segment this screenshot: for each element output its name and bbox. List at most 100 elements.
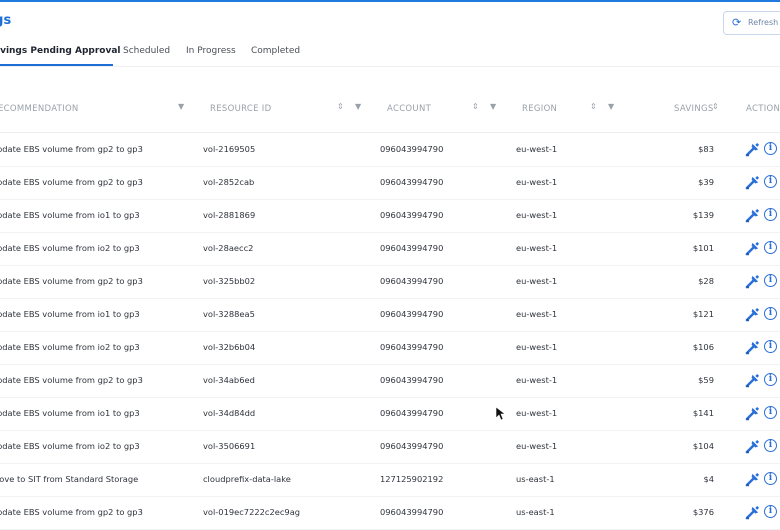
cell-account: 096043994790: [380, 177, 444, 187]
table-row[interactable]: pdate EBS volume from gp2 to gp3 vol-2169…: [0, 133, 780, 167]
cell-account: 096043994790: [380, 243, 444, 253]
cell-resource-id: vol-32b6b04: [203, 342, 256, 352]
tab-savings-pending-approval[interactable]: avings Pending Approval: [0, 46, 120, 56]
apply-action-icon[interactable]: [745, 241, 760, 256]
filter-icon[interactable]: ▼: [355, 102, 361, 111]
cell-savings: $104: [692, 441, 714, 451]
table-row[interactable]: pdate EBS volume from io1 to gp3 vol-34d8…: [0, 397, 780, 431]
cell-account: 096043994790: [380, 375, 444, 385]
table-row[interactable]: pdate EBS volume from gp2 to gp3 vol-34ab…: [0, 364, 780, 398]
cell-account: 096043994790: [380, 408, 444, 418]
table-row[interactable]: pdate EBS volume from gp2 to gp3 vol-325b…: [0, 265, 780, 299]
cell-recommendation: pdate EBS volume from gp2 to gp3: [0, 177, 143, 187]
info-icon[interactable]: i: [764, 505, 777, 518]
info-icon[interactable]: i: [764, 307, 777, 320]
cell-recommendation: pdate EBS volume from io1 to gp3: [0, 210, 140, 220]
cell-resource-id: vol-3506691: [203, 441, 256, 451]
filter-icon[interactable]: ▼: [490, 102, 496, 111]
cell-region: us-east-1: [516, 474, 555, 484]
cell-resource-id: vol-3288ea5: [203, 309, 255, 319]
cell-recommendation: pdate EBS volume from io1 to gp3: [0, 309, 140, 319]
cell-recommendation: pdate EBS volume from gp2 to gp3: [0, 276, 143, 286]
column-header-account[interactable]: ACCOUNT: [387, 104, 431, 114]
sort-icon[interactable]: ⇕: [472, 102, 479, 111]
tab-in-progress[interactable]: In Progress: [186, 46, 236, 56]
column-header-region[interactable]: REGION: [522, 104, 557, 114]
apply-action-icon[interactable]: [745, 307, 760, 322]
info-icon[interactable]: i: [764, 406, 777, 419]
cell-region: eu-west-1: [516, 144, 558, 154]
cell-region: eu-west-1: [516, 408, 558, 418]
filter-icon[interactable]: ▼: [178, 102, 184, 111]
column-header-actions: ACTION: [746, 104, 780, 114]
column-header-resource-id[interactable]: RESOURCE ID: [210, 104, 271, 114]
apply-action-icon[interactable]: [745, 439, 760, 454]
apply-action-icon[interactable]: [745, 505, 760, 520]
apply-action-icon[interactable]: [745, 175, 760, 190]
info-icon[interactable]: i: [764, 208, 777, 221]
info-icon[interactable]: i: [764, 175, 777, 188]
cell-account: 096043994790: [380, 309, 444, 319]
apply-action-icon[interactable]: [745, 340, 760, 355]
cell-recommendation: pdate EBS volume from io2 to gp3: [0, 243, 140, 253]
tabs-divider: [0, 66, 780, 67]
page-title: vings: [0, 13, 12, 28]
cell-account: 096043994790: [380, 210, 444, 220]
info-icon[interactable]: i: [764, 274, 777, 287]
sort-icon[interactable]: ⇕: [712, 102, 719, 111]
cell-region: eu-west-1: [516, 309, 558, 319]
table-row[interactable]: pdate EBS volume from io1 to gp3 vol-2881…: [0, 199, 780, 233]
apply-action-icon[interactable]: [745, 142, 760, 157]
info-icon[interactable]: i: [764, 472, 777, 485]
cell-resource-id: vol-2881869: [203, 210, 256, 220]
tab-bar: avings Pending Approval Scheduled In Pro…: [0, 40, 780, 66]
info-icon[interactable]: i: [764, 439, 777, 452]
table-row[interactable]: pdate EBS volume from io2 to gp3 vol-32b6…: [0, 331, 780, 365]
column-header-recommendation[interactable]: ECOMMENDATION: [0, 104, 79, 114]
cell-resource-id: cloudprefix-data-lake: [203, 474, 291, 484]
cell-resource-id: vol-34ab6ed: [203, 375, 255, 385]
tab-completed[interactable]: Completed: [251, 46, 300, 56]
apply-action-icon[interactable]: [745, 373, 760, 388]
cell-account: 096043994790: [380, 276, 444, 286]
cell-region: eu-west-1: [516, 342, 558, 352]
table-row[interactable]: pdate EBS volume from io1 to gp3 vol-3288…: [0, 298, 780, 332]
info-icon[interactable]: i: [764, 142, 777, 155]
cell-recommendation: love to SIT from Standard Storage: [0, 474, 139, 484]
apply-action-icon[interactable]: [745, 274, 760, 289]
cell-resource-id: vol-28aecc2: [203, 243, 254, 253]
table-row[interactable]: pdate EBS volume from gp2 to gp3 vol-2852…: [0, 166, 780, 200]
cell-region: eu-west-1: [516, 441, 558, 451]
mouse-cursor-icon: [496, 407, 506, 421]
sort-icon[interactable]: ⇕: [337, 102, 344, 111]
cell-resource-id: vol-2852cab: [203, 177, 255, 187]
cell-savings: $106: [692, 342, 714, 352]
refresh-icon: ⟳: [732, 16, 742, 29]
table-row[interactable]: pdate EBS volume from gp2 to gp3 vol-019e…: [0, 496, 780, 530]
cell-savings: $4: [703, 474, 714, 484]
table-header: ECOMMENDATION ▼ RESOURCE ID ⇕ ▼ ACCOUNT …: [0, 96, 780, 122]
cell-account: 096043994790: [380, 441, 444, 451]
column-header-savings[interactable]: SAVINGS: [674, 104, 714, 114]
cell-resource-id: vol-2169505: [203, 144, 256, 154]
table-row[interactable]: pdate EBS volume from io2 to gp3 vol-28ae…: [0, 232, 780, 266]
cell-savings: $141: [692, 408, 714, 418]
table-row[interactable]: love to SIT from Standard Storage cloudpr…: [0, 463, 780, 497]
cell-savings: $39: [698, 177, 714, 187]
info-icon[interactable]: i: [764, 340, 777, 353]
sort-icon[interactable]: ⇕: [590, 102, 597, 111]
apply-action-icon[interactable]: [745, 406, 760, 421]
refresh-button[interactable]: ⟳ Refresh: [723, 11, 780, 35]
table-row[interactable]: pdate EBS volume from io2 to gp3 vol-3506…: [0, 430, 780, 464]
tab-scheduled[interactable]: Scheduled: [123, 46, 170, 56]
apply-action-icon[interactable]: [745, 208, 760, 223]
cell-savings: $83: [698, 144, 714, 154]
cell-region: eu-west-1: [516, 210, 558, 220]
apply-action-icon[interactable]: [745, 472, 760, 487]
info-icon[interactable]: i: [764, 373, 777, 386]
info-icon[interactable]: i: [764, 241, 777, 254]
cell-savings: $59: [698, 375, 714, 385]
refresh-label: Refresh: [748, 18, 779, 27]
filter-icon[interactable]: ▼: [608, 102, 614, 111]
cell-region: eu-west-1: [516, 243, 558, 253]
